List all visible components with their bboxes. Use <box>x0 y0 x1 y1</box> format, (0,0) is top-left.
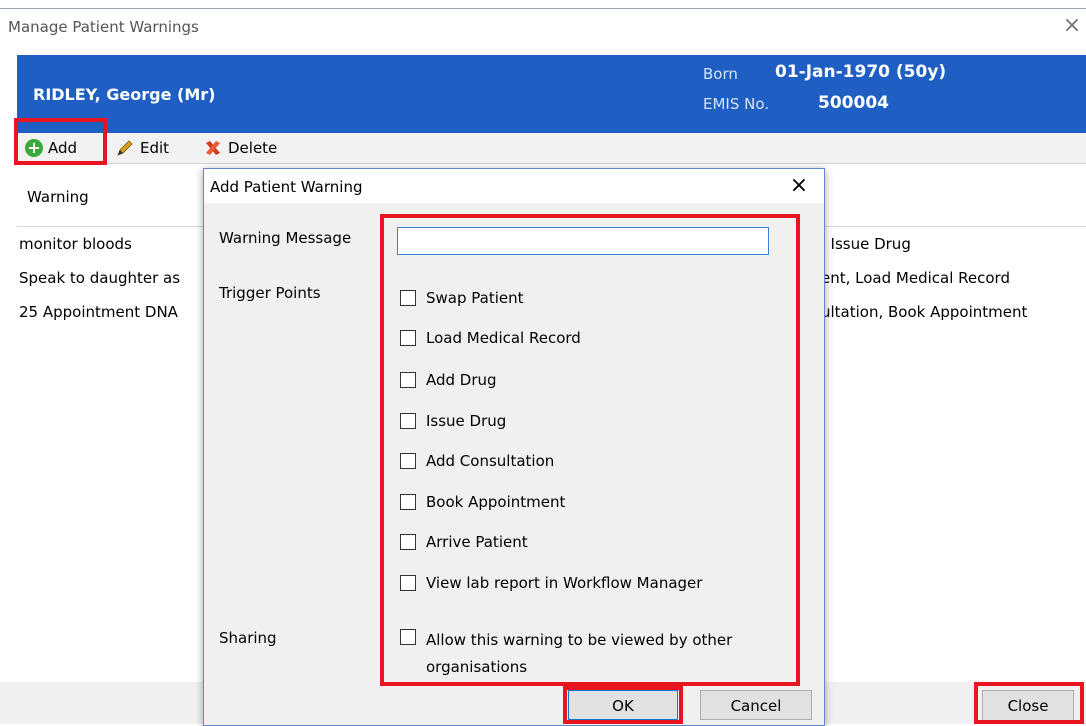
toolbar: + Add Edit Delete <box>17 133 1086 164</box>
cancel-button[interactable]: Cancel <box>700 690 812 720</box>
highlight-form <box>380 214 800 686</box>
dialog-close-button[interactable]: × <box>786 173 812 199</box>
delete-label: Delete <box>228 139 278 157</box>
window-close-button[interactable]: × <box>1060 14 1084 38</box>
delete-button[interactable]: Delete <box>203 133 277 163</box>
column-header-warning[interactable]: Warning <box>27 188 89 206</box>
dialog-title: Add Patient Warning <box>210 178 363 196</box>
sharing-label: Sharing <box>219 629 277 647</box>
edit-label: Edit <box>140 139 170 157</box>
delete-x-icon <box>206 141 220 155</box>
warning-message-label: Warning Message <box>219 229 352 247</box>
highlight-ok <box>563 686 683 724</box>
highlight-close <box>974 682 1084 724</box>
top-divider <box>0 8 1086 9</box>
pencil-icon <box>117 140 133 156</box>
table-row-triggers[interactable]: ultation, Book Appointment <box>821 303 1027 321</box>
table-row-warning[interactable]: Speak to daughter as <box>19 269 180 287</box>
born-label: Born <box>703 65 738 83</box>
born-value: 01-Jan-1970 (50y) <box>775 62 947 82</box>
table-row-triggers[interactable]: ent, Load Medical Record <box>821 269 1010 287</box>
edit-button[interactable]: Edit <box>115 133 169 163</box>
dialog-titlebar: Add Patient Warning × <box>204 169 824 203</box>
patient-name: RIDLEY, George (Mr) <box>33 85 216 104</box>
emis-value: 500004 <box>818 93 889 113</box>
table-row-triggers[interactable]: . Issue Drug <box>821 235 911 253</box>
table-row-warning[interactable]: 25 Appointment DNA <box>19 303 178 321</box>
emis-label: EMIS No. <box>703 95 770 113</box>
window-title: Manage Patient Warnings <box>8 18 199 36</box>
patient-banner: RIDLEY, George (Mr) Born 01-Jan-1970 (50… <box>17 55 1086 133</box>
highlight-add <box>14 118 107 165</box>
trigger-points-label: Trigger Points <box>219 284 321 302</box>
table-row-warning[interactable]: monitor bloods <box>19 235 132 253</box>
